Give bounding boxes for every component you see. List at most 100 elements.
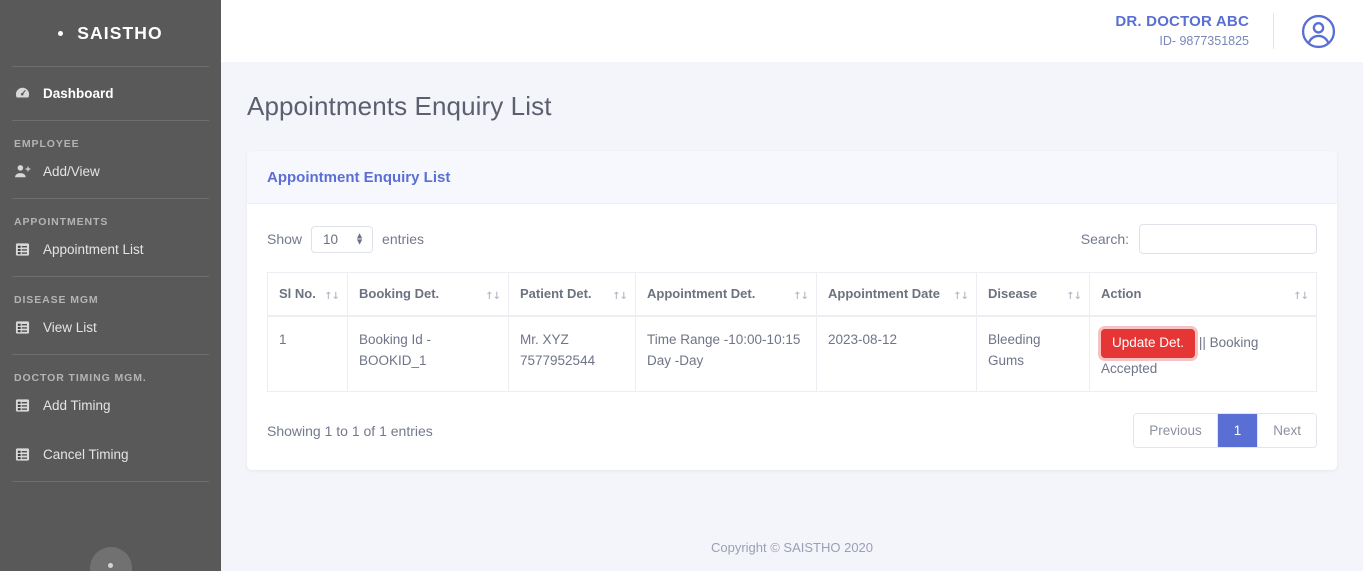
sidebar-section-doctor-timing-mgm: DOCTOR TIMING MGM. bbox=[0, 355, 221, 388]
search-label: Search: bbox=[1081, 231, 1129, 247]
user-circle-icon[interactable] bbox=[1300, 13, 1337, 50]
spacer bbox=[0, 189, 221, 198]
cell-booking-det: Booking Id - BOOKID_1 bbox=[348, 316, 509, 392]
sidebar-item-add-view[interactable]: Add/View bbox=[0, 154, 221, 189]
sidebar: SAISTHO Dashboard EMPLOYEE bbox=[0, 0, 221, 571]
spacer bbox=[0, 267, 221, 276]
datatable-controls: Show 102550100 ▲▼ entries Search: bbox=[267, 224, 1317, 254]
list-icon bbox=[14, 397, 31, 414]
sort-updown-icon: ↑↓ bbox=[324, 289, 339, 305]
doctor-name: DR. DOCTOR ABC bbox=[1115, 13, 1249, 32]
sidebar-item-label: Add Timing bbox=[43, 398, 111, 413]
search-input[interactable] bbox=[1139, 224, 1317, 254]
spacer bbox=[0, 67, 221, 76]
sort-updown-icon: ↑↓ bbox=[485, 289, 500, 305]
sidebar-section-disease-mgm: DISEASE MGM bbox=[0, 277, 221, 310]
card-body: Show 102550100 ▲▼ entries Search: bbox=[247, 204, 1337, 470]
brand-dot-icon bbox=[58, 31, 63, 36]
sort-updown-icon: ↑↓ bbox=[1066, 289, 1081, 305]
spacer bbox=[0, 345, 221, 354]
search-control: Search: bbox=[1081, 224, 1317, 254]
column-header-booking-det[interactable]: Booking Det. ↑↓ bbox=[348, 273, 509, 317]
column-label: Patient Det. bbox=[520, 286, 592, 301]
topbar-separator bbox=[1273, 13, 1274, 49]
column-header-appointment-det[interactable]: Appointment Det. ↑↓ bbox=[636, 273, 817, 317]
sort-updown-icon: ↑↓ bbox=[1293, 289, 1308, 305]
column-label: Sl No. bbox=[279, 286, 316, 301]
collapse-dot-icon bbox=[108, 563, 113, 568]
sidebar-section-employee: EMPLOYEE bbox=[0, 121, 221, 154]
appointments-table: Sl No. ↑↓ Booking Det. ↑↓ Patient Det. ↑… bbox=[267, 272, 1317, 392]
entries-info: Showing 1 to 1 of 1 entries bbox=[267, 423, 433, 439]
brand[interactable]: SAISTHO bbox=[0, 0, 221, 66]
pagination-next[interactable]: Next bbox=[1257, 414, 1316, 447]
main-content: DR. DOCTOR ABC ID- 9877351825 Appointmen… bbox=[221, 0, 1363, 571]
table-row: 1 Booking Id - BOOKID_1 Mr. XYZ 75779525… bbox=[268, 316, 1317, 392]
table-header-row: Sl No. ↑↓ Booking Det. ↑↓ Patient Det. ↑… bbox=[268, 273, 1317, 317]
column-label: Appointment Date bbox=[828, 286, 940, 301]
sidebar-divider bbox=[12, 66, 209, 67]
sidebar-item-label: Add/View bbox=[43, 164, 100, 179]
appointment-enquiry-card: Appointment Enquiry List Show 102550100 … bbox=[247, 151, 1337, 470]
sidebar-collapse-button[interactable] bbox=[90, 547, 132, 571]
cell-appointment-date: 2023-08-12 bbox=[817, 316, 977, 392]
sidebar-item-label: Dashboard bbox=[43, 86, 114, 101]
column-label: Action bbox=[1101, 286, 1141, 301]
cell-sl-no: 1 bbox=[268, 316, 348, 392]
sidebar-section-appointments: APPOINTMENTS bbox=[0, 199, 221, 232]
spacer bbox=[0, 111, 221, 120]
entries-label: entries bbox=[382, 231, 424, 247]
page-title: Appointments Enquiry List bbox=[221, 62, 1363, 122]
column-header-patient-det[interactable]: Patient Det. ↑↓ bbox=[509, 273, 636, 317]
show-label: Show bbox=[267, 231, 302, 247]
page-length-select[interactable]: 102550100 bbox=[311, 226, 373, 253]
table-body: 1 Booking Id - BOOKID_1 Mr. XYZ 75779525… bbox=[268, 316, 1317, 392]
user-plus-icon bbox=[14, 163, 31, 180]
sidebar-item-label: View List bbox=[43, 320, 97, 335]
sort-updown-icon: ↑↓ bbox=[953, 289, 968, 305]
column-label: Disease bbox=[988, 286, 1037, 301]
doctor-info: DR. DOCTOR ABC ID- 9877351825 bbox=[1115, 13, 1249, 49]
sidebar-item-dashboard[interactable]: Dashboard bbox=[0, 76, 221, 111]
list-icon bbox=[14, 319, 31, 336]
page-length-control: Show 102550100 ▲▼ entries bbox=[267, 226, 424, 253]
column-header-appointment-date[interactable]: Appointment Date ↑↓ bbox=[817, 273, 977, 317]
sidebar-item-add-timing[interactable]: Add Timing bbox=[0, 388, 221, 423]
sidebar-divider bbox=[12, 481, 209, 482]
page-length-select-wrap: 102550100 ▲▼ bbox=[311, 226, 373, 253]
column-header-action[interactable]: Action ↑↓ bbox=[1090, 273, 1317, 317]
table-head: Sl No. ↑↓ Booking Det. ↑↓ Patient Det. ↑… bbox=[268, 273, 1317, 317]
spacer bbox=[0, 423, 221, 437]
pagination-previous[interactable]: Previous bbox=[1134, 414, 1217, 447]
sidebar-item-label: Appointment List bbox=[43, 242, 144, 257]
list-icon bbox=[14, 241, 31, 258]
pagination-page-1[interactable]: 1 bbox=[1217, 414, 1258, 447]
sidebar-item-cancel-timing[interactable]: Cancel Timing bbox=[0, 437, 221, 472]
app-root: SAISTHO Dashboard EMPLOYEE bbox=[0, 0, 1363, 571]
cell-disease: Bleeding Gums bbox=[977, 316, 1090, 392]
card-header: Appointment Enquiry List bbox=[247, 151, 1337, 204]
column-header-disease[interactable]: Disease ↑↓ bbox=[977, 273, 1090, 317]
column-label: Appointment Det. bbox=[647, 286, 755, 301]
sidebar-item-appointment-list[interactable]: Appointment List bbox=[0, 232, 221, 267]
sort-updown-icon: ↑↓ bbox=[612, 289, 627, 305]
brand-name: SAISTHO bbox=[77, 23, 162, 44]
copyright-footer: Copyright © SAISTHO 2020 bbox=[221, 540, 1363, 555]
cell-action: Update Det. || Booking Accepted bbox=[1090, 316, 1317, 392]
list-icon bbox=[14, 446, 31, 463]
column-header-sl-no[interactable]: Sl No. ↑↓ bbox=[268, 273, 348, 317]
pagination: Previous 1 Next bbox=[1133, 413, 1317, 448]
datatable-footer: Showing 1 to 1 of 1 entries Previous 1 N… bbox=[267, 413, 1317, 448]
sort-updown-icon: ↑↓ bbox=[793, 289, 808, 305]
spacer bbox=[0, 472, 221, 481]
sidebar-item-view-list[interactable]: View List bbox=[0, 310, 221, 345]
topbar: DR. DOCTOR ABC ID- 9877351825 bbox=[221, 0, 1363, 62]
update-details-button[interactable]: Update Det. bbox=[1101, 329, 1195, 358]
dashboard-gauge-icon bbox=[14, 85, 31, 102]
doctor-id: ID- 9877351825 bbox=[1115, 34, 1249, 50]
cell-patient-det: Mr. XYZ 7577952544 bbox=[509, 316, 636, 392]
card-header-title: Appointment Enquiry List bbox=[267, 169, 1317, 186]
column-label: Booking Det. bbox=[359, 286, 439, 301]
sidebar-item-label: Cancel Timing bbox=[43, 447, 129, 462]
cell-appointment-det: Time Range -10:00-10:15 Day -Day bbox=[636, 316, 817, 392]
